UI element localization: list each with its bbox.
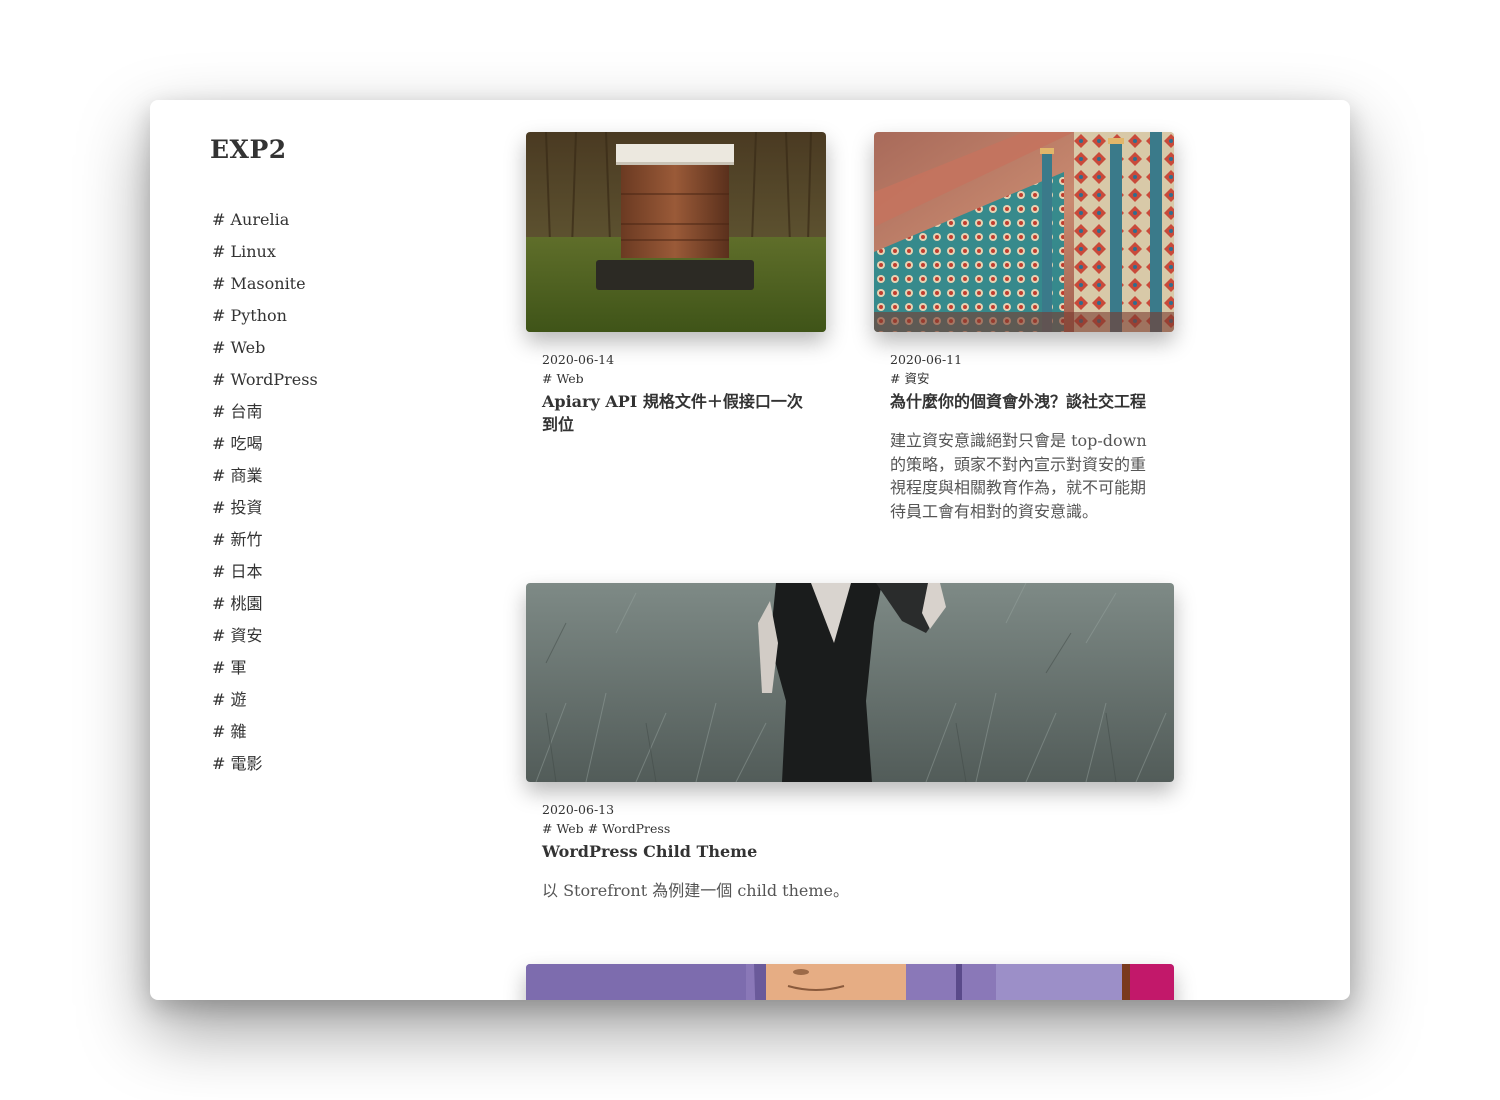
post-date: 2020-06-14 [542, 352, 615, 367]
post-tags: # 資安 [890, 369, 1158, 388]
post-card [526, 964, 1174, 1000]
tag-link-masonite[interactable]: # Masonite [210, 268, 470, 300]
post-thumbnail-woman[interactable] [526, 583, 1174, 782]
woman-in-grass-photo [526, 583, 1174, 782]
site-title[interactable]: EXP2 [210, 134, 470, 166]
post-tags: # Web [542, 369, 810, 388]
sidebar: EXP2 # Aurelia # Linux # Masonite # Pyth… [210, 134, 470, 780]
tag-list: # Aurelia # Linux # Masonite # Python # … [210, 204, 470, 780]
tag-link-linux[interactable]: # Linux [210, 236, 470, 268]
tag-link-hsinchu[interactable]: # 新竹 [210, 524, 470, 556]
tag-link-security[interactable]: # 資安 [210, 620, 470, 652]
post-tag-link[interactable]: # Web [542, 371, 584, 386]
beehive-photo [526, 132, 826, 332]
post-tags: # Web # WordPress [542, 819, 1158, 838]
tag-link-aurelia[interactable]: # Aurelia [210, 204, 470, 236]
tag-link-python[interactable]: # Python [210, 300, 470, 332]
post-meta: 2020-06-13 # Web # WordPress WordPress Ch… [526, 800, 1174, 903]
tag-link-taoyuan[interactable]: # 桃園 [210, 588, 470, 620]
post-tag-link[interactable]: # Web [542, 821, 584, 836]
tag-link-food[interactable]: # 吃喝 [210, 428, 470, 460]
post-meta: 2020-06-14 # Web Apiary API 規格文件＋假接口一次到位 [526, 350, 826, 436]
post-thumbnail-cartoon[interactable] [526, 964, 1174, 1000]
post-date: 2020-06-13 [542, 802, 615, 817]
post-title[interactable]: Apiary API 規格文件＋假接口一次到位 [542, 390, 810, 436]
post-thumbnail-tiles[interactable] [874, 132, 1174, 332]
post-thumbnail-beehive[interactable] [526, 132, 826, 332]
post-card: 2020-06-14 # Web Apiary API 規格文件＋假接口一次到位 [526, 132, 826, 436]
tag-link-tainan[interactable]: # 台南 [210, 396, 470, 428]
post-excerpt: 建立資安意識絕對只會是 top-down 的策略，頭家不對內宣示對資安的重視程度… [890, 431, 1147, 521]
ornate-tiles-photo [874, 132, 1174, 332]
tag-link-military[interactable]: # 軍 [210, 652, 470, 684]
post-card: 2020-06-13 # Web # WordPress WordPress Ch… [526, 583, 1174, 903]
post-title[interactable]: WordPress Child Theme [542, 840, 1158, 863]
post-meta: 2020-06-11 # 資安 為什麼你的個資會外洩？談社交工程 建立資安意識絕… [874, 350, 1174, 523]
post-excerpt: 以 Storefront 為例建一個 child theme。 [542, 881, 850, 900]
tag-link-web[interactable]: # Web [210, 332, 470, 364]
post-tag-link[interactable]: # WordPress [588, 821, 671, 836]
cartoon-photo [526, 964, 1174, 1000]
tag-link-business[interactable]: # 商業 [210, 460, 470, 492]
post-tag-link[interactable]: # 資安 [890, 371, 929, 386]
browser-window: EXP2 # Aurelia # Linux # Masonite # Pyth… [150, 100, 1350, 1000]
tag-link-movies[interactable]: # 電影 [210, 748, 470, 780]
tag-link-travel[interactable]: # 遊 [210, 684, 470, 716]
post-card: 2020-06-11 # 資安 為什麼你的個資會外洩？談社交工程 建立資安意識絕… [874, 132, 1174, 523]
tag-link-investment[interactable]: # 投資 [210, 492, 470, 524]
tag-link-japan[interactable]: # 日本 [210, 556, 470, 588]
post-date: 2020-06-11 [890, 352, 963, 367]
tag-link-wordpress[interactable]: # WordPress [210, 364, 470, 396]
post-title[interactable]: 為什麼你的個資會外洩？談社交工程 [890, 390, 1158, 413]
tag-link-misc[interactable]: # 雜 [210, 716, 470, 748]
